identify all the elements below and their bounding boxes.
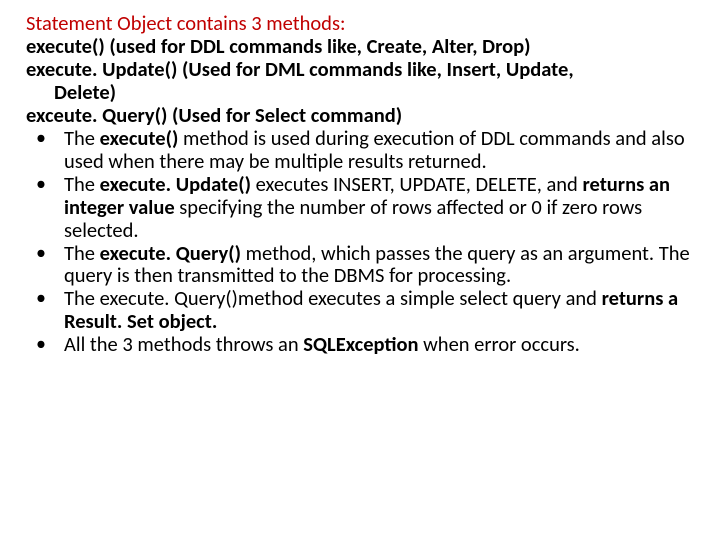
- bullet-list: The execute() method is used during exec…: [20, 127, 700, 357]
- intro-executequery: exceute. Query() (Used for Select comman…: [26, 104, 700, 127]
- bullet-bold: SQLException: [303, 331, 423, 357]
- slide-content: Statement Object contains 3 methods: exe…: [0, 0, 720, 540]
- bullet-item-4: The execute. Query()method executes a si…: [20, 287, 700, 333]
- bullet-item-2: The execute. Update() executes INSERT, U…: [20, 173, 700, 242]
- bullet-item-1: The execute() method is used during exec…: [20, 127, 700, 173]
- intro-execute: execute() (used for DDL commands like, C…: [26, 35, 700, 58]
- bullet-text: when error occurs.: [423, 331, 580, 357]
- bullet-text: All the 3 methods throws an: [64, 331, 303, 357]
- bullet-item-5: All the 3 methods throws an SQLException…: [20, 333, 700, 356]
- bullet-item-3: The execute. Query() method, which passe…: [20, 242, 700, 288]
- intro-block: Statement Object contains 3 methods: exe…: [20, 12, 700, 127]
- intro-executeupdate-cont: Delete): [26, 81, 700, 104]
- intro-executeupdate: execute. Update() (Used for DML commands…: [26, 58, 700, 81]
